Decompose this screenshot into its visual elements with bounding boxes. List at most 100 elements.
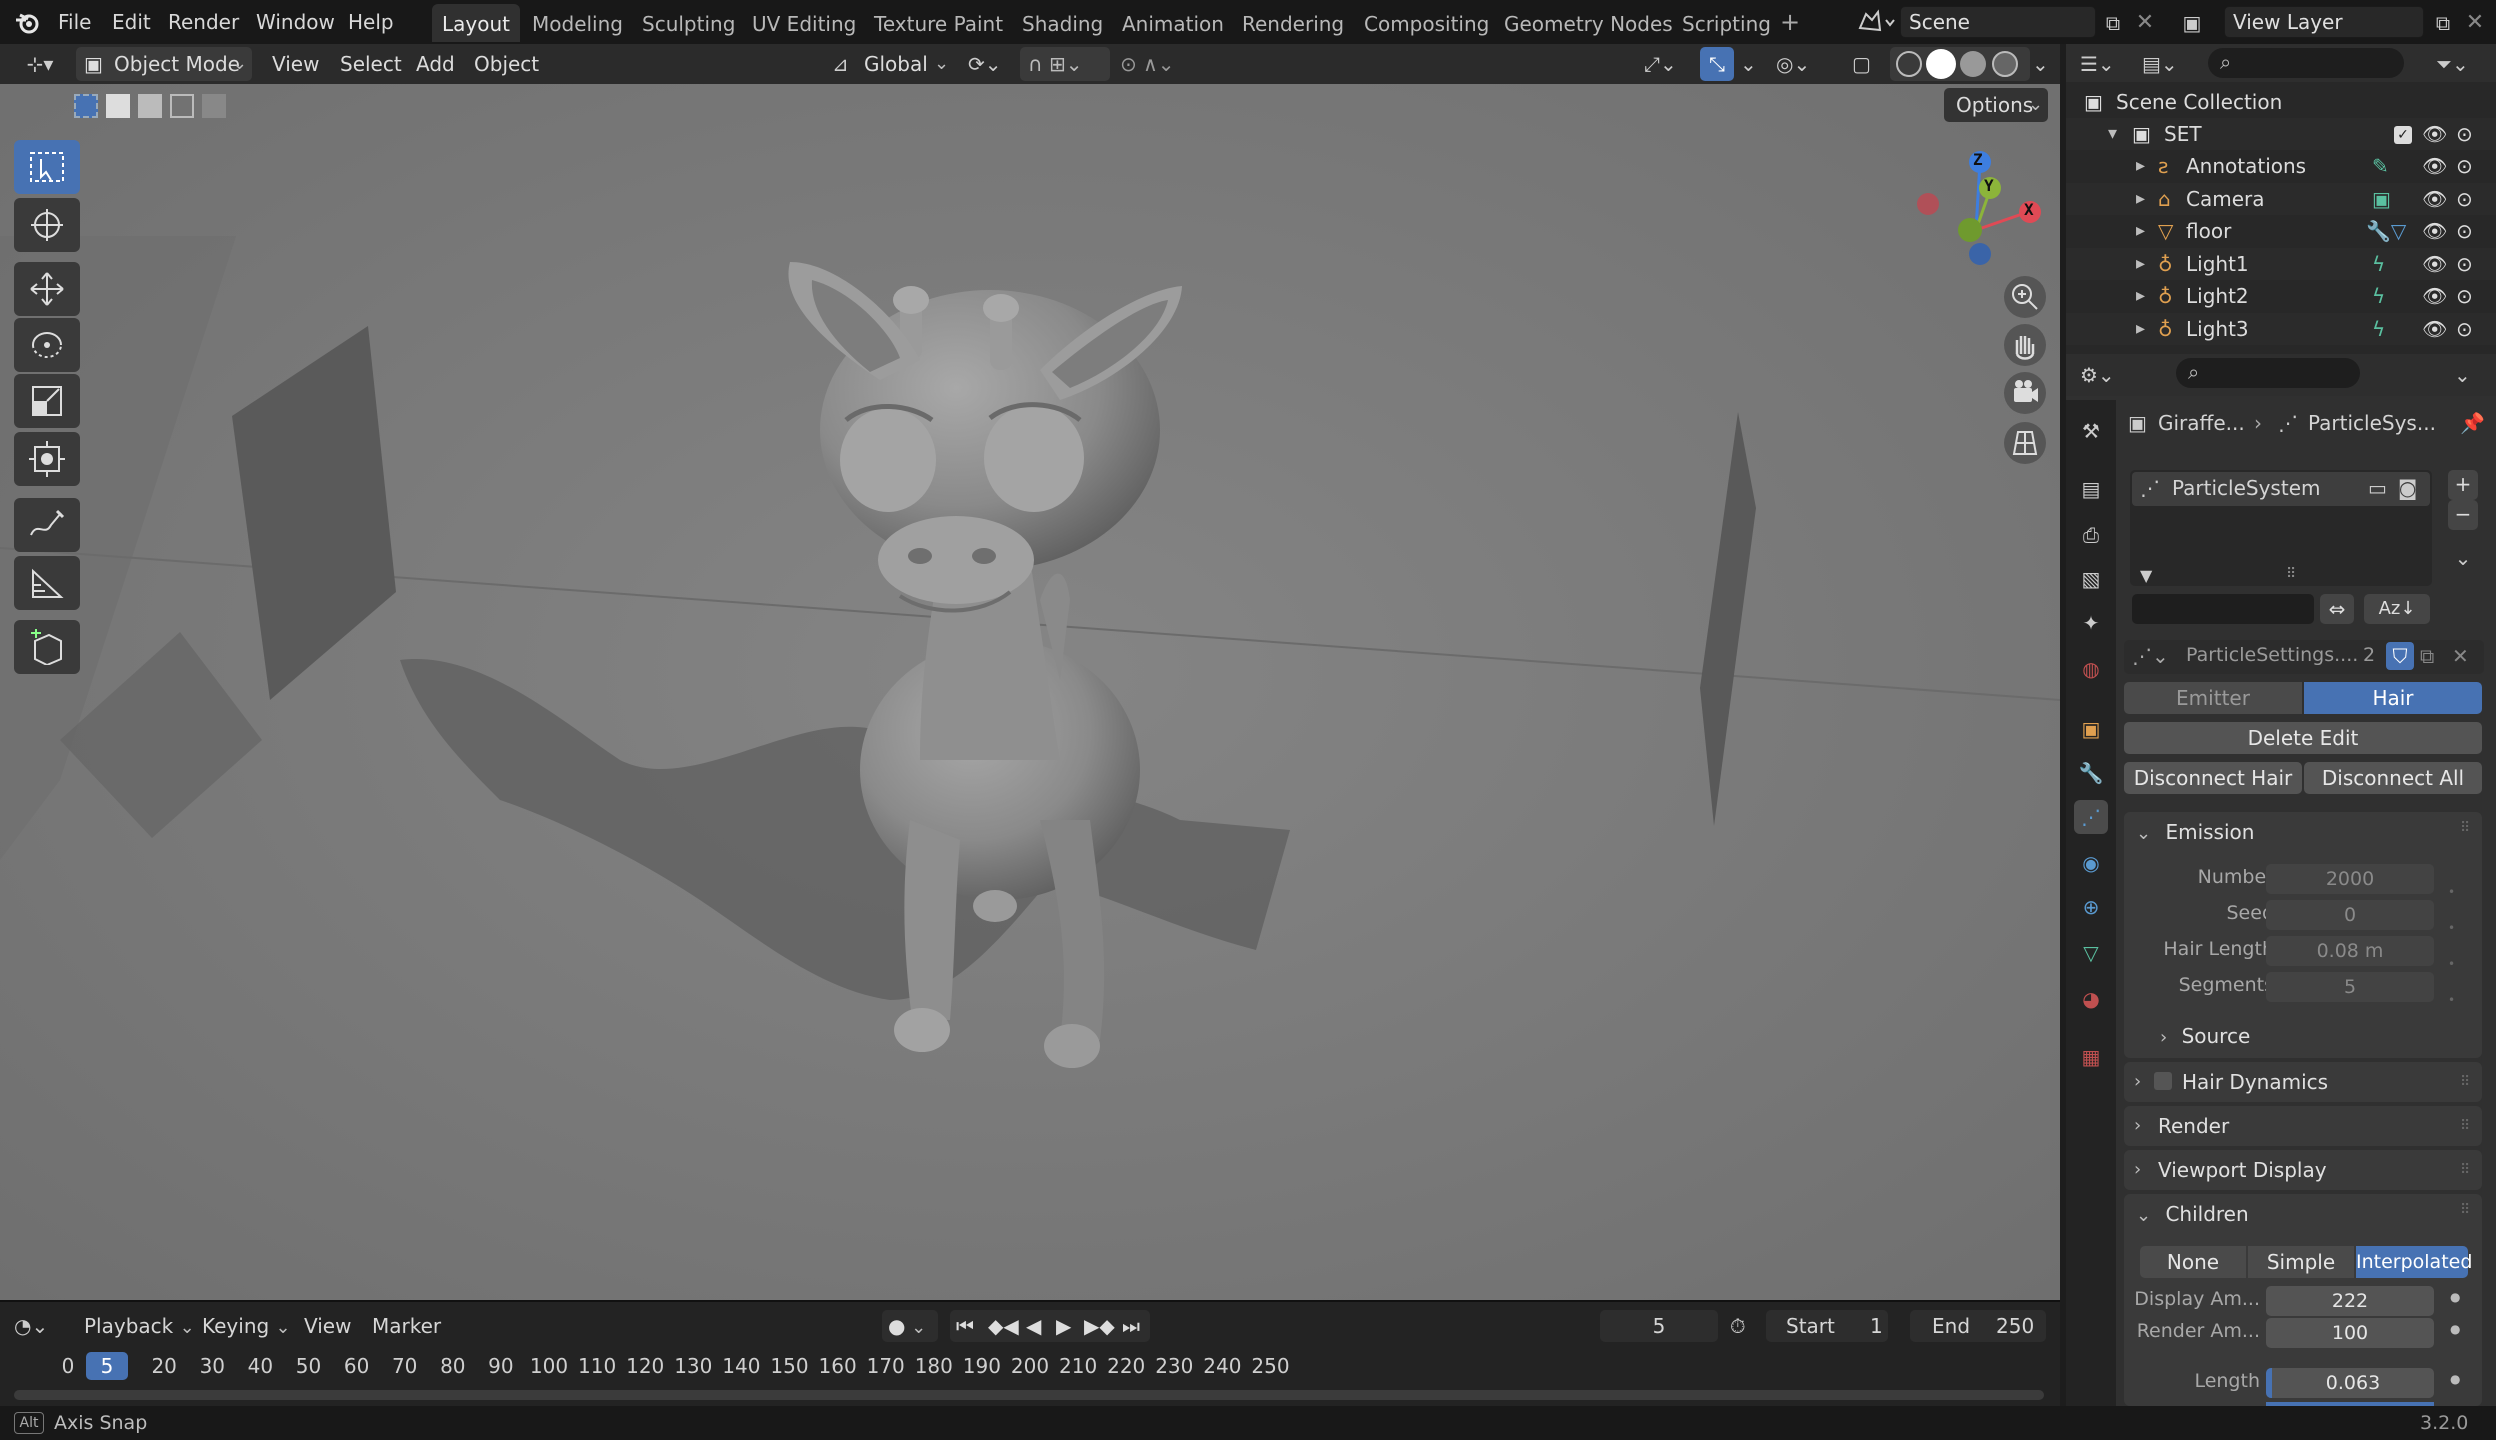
select-extend-icon[interactable] — [106, 94, 130, 118]
tab-layout[interactable]: Layout — [432, 4, 520, 42]
eye-icon[interactable]: 👁 — [2422, 118, 2447, 150]
blender-logo-icon[interactable] — [14, 10, 40, 36]
particle-settings-datablock[interactable]: ⋰⌄ ParticleSettings.... 2 ⛉ ⧉ ✕ — [2124, 640, 2484, 674]
expand-arrow-icon[interactable]: ▸ — [2136, 313, 2145, 345]
tab-texture-paint[interactable]: Texture Paint — [864, 4, 1013, 42]
play-icon[interactable]: ▶ — [1056, 1310, 1071, 1342]
add-particle-system-button[interactable]: + — [2448, 470, 2478, 500]
auto-keying-toggle[interactable]: ● ⌄ — [882, 1310, 938, 1342]
emission-panel-header[interactable]: ⌄ Emission — [2136, 812, 2254, 852]
select-new-icon[interactable] — [74, 94, 98, 118]
overlays-toggle-icon[interactable]: ◎⌄ — [1776, 47, 1810, 81]
zoom-icon[interactable] — [2004, 276, 2046, 318]
render-camera-icon[interactable]: ⊙ — [2456, 118, 2473, 150]
menu-timeline-view[interactable]: View — [304, 1310, 351, 1342]
properties-search-input[interactable]: ⌕ — [2176, 358, 2360, 388]
tab-sculpting[interactable]: Sculpting — [632, 4, 745, 42]
add-workspace-button[interactable]: + — [1780, 0, 1800, 44]
children-simple-button[interactable]: Simple — [2248, 1246, 2354, 1278]
transform-tool[interactable] — [14, 432, 80, 486]
eye-icon[interactable]: 👁 — [2422, 248, 2447, 280]
menu-playback[interactable]: Playback ⌄ — [84, 1310, 195, 1342]
invert-filter-icon[interactable]: ⇔ — [2320, 594, 2354, 624]
drag-handle-icon[interactable]: ⠿ — [2460, 1118, 2470, 1134]
unlink-icon[interactable]: ✕ — [2452, 644, 2469, 668]
select-invert-icon[interactable] — [170, 94, 194, 118]
eye-icon[interactable]: 👁 — [2422, 313, 2447, 345]
light-data-icon[interactable]: ϟ — [2372, 313, 2385, 345]
select-subtract-icon[interactable] — [138, 94, 162, 118]
specials-menu-chevron[interactable]: ⌄ — [2448, 544, 2478, 574]
tab-compositing[interactable]: Compositing — [1354, 4, 1499, 42]
xray-toggle-icon[interactable]: ▢ — [1852, 47, 1871, 81]
light-data-icon[interactable]: ϟ — [2372, 248, 2385, 280]
perspective-toggle-icon[interactable] — [2004, 422, 2046, 464]
sort-options-icon[interactable]: Az↓ — [2364, 594, 2430, 624]
expand-arrow-icon[interactable]: ▸ — [2136, 280, 2145, 312]
particle-system-item[interactable]: ⋰ ParticleSystem ▭ ◙ — [2132, 472, 2430, 506]
delete-edit-button[interactable]: Delete Edit — [2124, 722, 2482, 754]
tab-uv-editing[interactable]: UV Editing — [742, 4, 866, 42]
render-panel[interactable]: › Render ⠿ — [2124, 1106, 2482, 1146]
outliner-row-scene-collection[interactable]: ▣ Scene Collection — [2066, 86, 2496, 118]
snap-toggle[interactable]: ∩ ⊞⌄ — [1020, 47, 1110, 81]
eye-icon[interactable]: 👁 — [2422, 183, 2447, 215]
physics-tab-icon[interactable]: ◉ — [2074, 846, 2108, 880]
menu-view[interactable]: View — [272, 47, 319, 81]
drag-handle-icon[interactable]: ⠿ — [2460, 1162, 2470, 1178]
pin-icon[interactable]: 📌 — [2460, 408, 2485, 438]
new-scene-icon[interactable]: ⧉ — [2098, 8, 2128, 38]
display-mode-icon[interactable]: ▤⌄ — [2142, 47, 2178, 81]
scene-tab-icon[interactable]: ✦ — [2074, 606, 2108, 640]
particles-tab-icon[interactable]: ⋰ — [2074, 800, 2108, 834]
source-subpanel-header[interactable]: › Source — [2160, 1016, 2250, 1056]
properties-editor-type-icon[interactable]: ⚙⌄ — [2080, 358, 2115, 392]
hair-length-field[interactable]: 0.08 m — [2266, 936, 2434, 966]
outliner-row-annotations[interactable]: ▸ ƨ Annotations ✎ 👁 ⊙ — [2066, 150, 2496, 182]
list-resize-handle[interactable]: ⠿ — [2286, 566, 2296, 582]
render-camera-icon[interactable]: ⊙ — [2456, 248, 2473, 280]
hair-dynamics-checkbox[interactable] — [2154, 1072, 2172, 1090]
keyframe-dot[interactable]: ● — [2450, 1372, 2460, 1386]
playhead-marker[interactable]: 5 — [86, 1352, 128, 1380]
annotate-tool[interactable] — [14, 498, 80, 552]
timeline-editor-type-icon[interactable]: ◔⌄ — [14, 1310, 66, 1342]
measure-tool[interactable] — [14, 556, 80, 610]
start-frame-field[interactable]: Start 1 — [1766, 1310, 1888, 1342]
end-frame-field[interactable]: End 250 — [1910, 1310, 2046, 1342]
menu-keying[interactable]: Keying ⌄ — [202, 1310, 291, 1342]
outliner-row-camera[interactable]: ▸ ⌂ Camera ▣ 👁 ⊙ — [2066, 182, 2496, 215]
menu-object[interactable]: Object — [474, 47, 539, 81]
children-panel-header[interactable]: ⌄ Children — [2136, 1194, 2249, 1234]
outliner-row-light3[interactable]: ▸ ♁ Light3 ϟ 👁 ⊙ — [2066, 312, 2496, 345]
light-data-icon[interactable]: ϟ — [2372, 280, 2385, 312]
expand-arrow-icon[interactable]: ▾ — [2108, 118, 2117, 150]
outliner-search-input[interactable]: ⌕ — [2208, 48, 2404, 78]
render-toggle-icon[interactable]: ◙ — [2398, 476, 2417, 500]
add-cube-tool[interactable] — [14, 620, 80, 674]
drag-handle-icon[interactable]: ⠿ — [2460, 1074, 2470, 1090]
tab-geometry-nodes[interactable]: Geometry Nodes — [1494, 4, 1683, 42]
remove-view-layer-icon[interactable]: ✕ — [2460, 8, 2490, 38]
play-reverse-icon[interactable]: ◀ — [1026, 1310, 1041, 1342]
move-tool[interactable] — [14, 262, 80, 316]
render-camera-icon[interactable]: ⊙ — [2456, 280, 2473, 312]
tab-rendering[interactable]: Rendering — [1232, 4, 1354, 42]
outliner-editor-type-icon[interactable]: ☰⌄ — [2080, 47, 2115, 81]
viewport-gizmo-dropdown[interactable]: ⤢⌄ — [1644, 47, 1677, 81]
solid-shading-icon[interactable] — [1926, 49, 1956, 79]
expand-arrow-icon[interactable]: ▸ — [2136, 150, 2145, 182]
length-field[interactable]: 0.063 — [2266, 1368, 2434, 1398]
current-frame-field[interactable]: 5 — [1600, 1310, 1718, 1342]
select-box-tool[interactable] — [14, 140, 80, 194]
viewport-display-icon[interactable]: ▭ — [2368, 476, 2387, 500]
eye-icon[interactable]: 👁 — [2422, 280, 2447, 312]
outliner-row-light1[interactable]: ▸ ♁ Light1 ϟ 👁 ⊙ — [2066, 247, 2496, 280]
view-layer-field[interactable]: View Layer — [2224, 6, 2424, 38]
material-shading-icon[interactable] — [1960, 51, 1986, 77]
modifier-mesh-data-icon[interactable]: 🔧▽ — [2366, 215, 2406, 247]
modifier-tab-icon[interactable]: 🔧 — [2074, 756, 2108, 790]
constraints-tab-icon[interactable]: ⊕ — [2074, 890, 2108, 924]
filter-icon[interactable]: ⏷⌄ — [2436, 47, 2469, 81]
keyframe-dot[interactable]: ● — [2450, 1290, 2460, 1304]
